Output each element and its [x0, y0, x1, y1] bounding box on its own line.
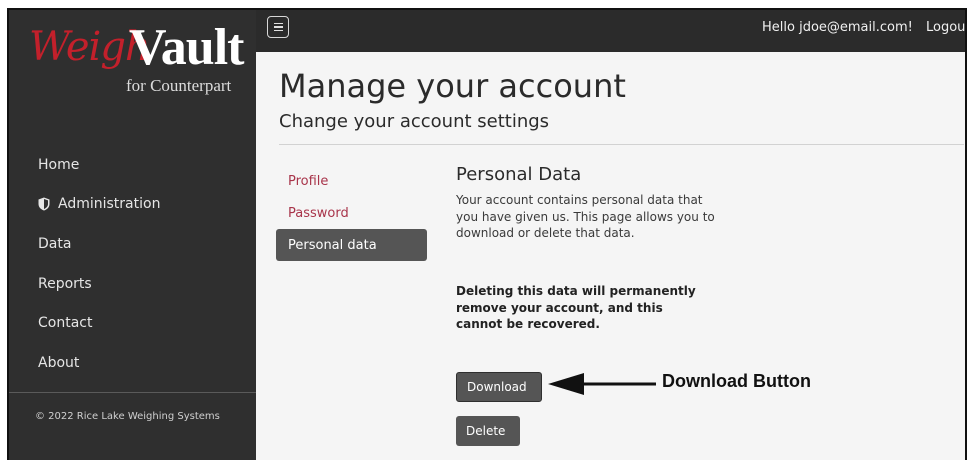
subnav-item-profile[interactable]: Profile	[276, 165, 427, 197]
account-subnav: Profile Password Personal data	[276, 165, 427, 261]
top-bar: Hello jdoe@email.com! Logout	[256, 10, 965, 52]
app-window: Weigh Vault for Counterpart Home Adminis…	[7, 8, 967, 460]
sidebar: Weigh Vault for Counterpart Home Adminis…	[9, 10, 256, 460]
logo-subtitle: for Counterpart	[126, 76, 232, 95]
sidebar-item-about[interactable]: About	[9, 343, 256, 383]
sidebar-divider	[9, 392, 256, 393]
shield-icon	[38, 197, 50, 211]
callout-arrow-icon	[548, 373, 656, 395]
delete-warning: Deleting this data will permanently remo…	[456, 284, 696, 331]
sidebar-item-contact[interactable]: Contact	[9, 303, 256, 343]
sidebar-item-reports[interactable]: Reports	[9, 264, 256, 304]
weighvault-logo[interactable]: Weigh Vault for Counterpart	[21, 14, 246, 110]
sidebar-item-label: About	[38, 354, 80, 371]
download-button[interactable]: Download	[456, 372, 542, 402]
sidebar-item-home[interactable]: Home	[9, 145, 256, 185]
divider	[279, 144, 964, 145]
sidebar-item-label: Data	[38, 235, 72, 252]
sidebar-item-label: Home	[38, 156, 80, 173]
subnav-item-password[interactable]: Password	[276, 197, 427, 229]
logo-bold-text: Vault	[129, 19, 244, 76]
section-title: Personal Data	[456, 164, 582, 185]
delete-button[interactable]: Delete	[456, 416, 520, 446]
main-content: Manage your account Change your account …	[256, 52, 965, 460]
hamburger-icon[interactable]	[267, 16, 289, 38]
sidebar-item-data[interactable]: Data	[9, 224, 256, 264]
sidebar-item-administration[interactable]: Administration	[9, 185, 256, 225]
sidebar-nav: Home Administration Data Reports Contact…	[9, 145, 256, 383]
sidebar-item-label: Reports	[38, 275, 92, 292]
page-subtitle: Change your account settings	[279, 111, 550, 132]
sidebar-item-label: Administration	[58, 196, 161, 213]
copyright-text: © 2022 Rice Lake Weighing Systems	[35, 411, 220, 422]
sidebar-item-label: Contact	[38, 315, 93, 332]
logout-link[interactable]: Logout	[926, 20, 965, 35]
callout-label: Download Button	[662, 371, 811, 391]
personal-data-description: Your account contains personal data that…	[456, 193, 715, 240]
subnav-item-personal-data[interactable]: Personal data	[276, 229, 427, 261]
page-title: Manage your account	[279, 67, 626, 105]
user-greeting[interactable]: Hello jdoe@email.com!	[762, 20, 913, 35]
